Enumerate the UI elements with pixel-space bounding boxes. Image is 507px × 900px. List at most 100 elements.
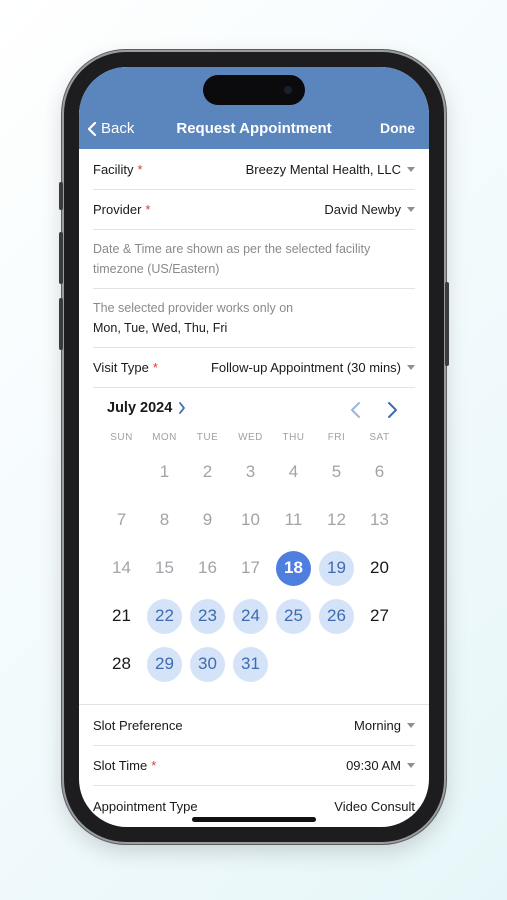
next-month-button[interactable] bbox=[385, 400, 399, 425]
day-number: 9 bbox=[202, 510, 213, 529]
weekday-label: THU bbox=[282, 432, 305, 443]
action-button bbox=[59, 182, 63, 210]
slot-preference-value: Morning bbox=[354, 717, 401, 733]
calendar-day: 16 bbox=[186, 544, 229, 592]
day-number: 15 bbox=[155, 558, 174, 577]
chevron-right-icon bbox=[179, 402, 186, 414]
day-number: 5 bbox=[331, 462, 342, 481]
calendar-day: 5 bbox=[315, 448, 358, 496]
slot-time-field[interactable]: Slot Time * 09:30 AM bbox=[93, 746, 415, 786]
day-number: 21 bbox=[112, 606, 131, 625]
volume-down-button bbox=[59, 298, 63, 350]
visit-type-label: Visit Type bbox=[93, 360, 149, 375]
day-number: 26 bbox=[319, 598, 354, 634]
day-number: 27 bbox=[370, 606, 389, 625]
calendar-day[interactable]: 29 bbox=[143, 640, 186, 688]
day-number: 6 bbox=[374, 462, 385, 481]
calendar: July 2024 SUN MON TUE WED THU FRI SAT 12345678… bbox=[79, 388, 429, 705]
visit-type-value: Follow-up Appointment (30 mins) bbox=[210, 360, 401, 375]
calendar-day: 10 bbox=[229, 496, 272, 544]
dropdown-caret-icon bbox=[407, 763, 415, 768]
day-number: 14 bbox=[112, 558, 131, 577]
timezone-note: Date & Time are shown as per the selecte… bbox=[93, 230, 415, 289]
day-number: 18 bbox=[276, 550, 311, 586]
day-number: 11 bbox=[284, 510, 303, 529]
calendar-day: 3 bbox=[229, 448, 272, 496]
day-number: 25 bbox=[276, 598, 311, 634]
provider-label: Provider bbox=[93, 202, 142, 217]
slot-preference-field[interactable]: Slot Preference Morning bbox=[93, 705, 415, 746]
facility-label: Facility bbox=[93, 161, 134, 177]
visit-type-field[interactable]: Visit Type * Follow-up Appointment (30 mi… bbox=[93, 348, 415, 388]
calendar-day: 27 bbox=[358, 592, 401, 640]
appointment-type-value: Video Consult bbox=[334, 798, 415, 814]
dropdown-caret-icon bbox=[407, 365, 415, 370]
nav-bar: Back Request Appointment Done bbox=[79, 67, 429, 149]
calendar-day: 20 bbox=[358, 544, 401, 592]
calendar-day-empty bbox=[315, 640, 358, 688]
provider-days-value: Mon, Tue, Wed, Thu, Fri bbox=[93, 321, 228, 335]
power-button bbox=[445, 282, 449, 366]
calendar-day: 4 bbox=[272, 448, 315, 496]
calendar-day: 13 bbox=[358, 496, 401, 544]
calendar-day[interactable]: 23 bbox=[186, 592, 229, 640]
day-number: 31 bbox=[233, 646, 268, 682]
calendar-day: 28 bbox=[100, 640, 143, 688]
calendar-week: 21 22 23 24 25 26 27 bbox=[100, 592, 429, 640]
calendar-day[interactable]: 25 bbox=[272, 592, 315, 640]
form: Facility * Breezy Mental Health, LLC Prov… bbox=[79, 149, 429, 826]
day-number: 30 bbox=[190, 646, 225, 682]
calendar-day: 2 bbox=[186, 448, 229, 496]
calendar-day[interactable]: 24 bbox=[229, 592, 272, 640]
calendar-week: 7 8 9 10 11 12 13 bbox=[100, 496, 429, 544]
previous-month-button[interactable] bbox=[349, 400, 363, 425]
day-number: 20 bbox=[370, 558, 389, 577]
back-button[interactable]: Back bbox=[87, 120, 134, 137]
calendar-day: 1 bbox=[143, 448, 186, 496]
calendar-day: 11 bbox=[272, 496, 315, 544]
done-button[interactable]: Done bbox=[380, 120, 415, 136]
day-number: 28 bbox=[112, 654, 131, 673]
dropdown-caret-icon bbox=[407, 207, 415, 212]
weekday-label: SUN bbox=[110, 432, 133, 443]
home-indicator[interactable] bbox=[192, 817, 316, 822]
provider-field[interactable]: Provider * David Newby bbox=[93, 190, 415, 230]
day-number: 29 bbox=[147, 646, 182, 682]
calendar-day: 21 bbox=[100, 592, 143, 640]
calendar-day: 14 bbox=[100, 544, 143, 592]
day-number: 22 bbox=[147, 598, 182, 634]
weekday-label: TUE bbox=[196, 432, 219, 443]
day-number: 2 bbox=[202, 462, 213, 481]
weekday-label: SAT bbox=[369, 432, 390, 443]
day-number: 23 bbox=[190, 598, 225, 634]
phone-frame: Back Request Appointment Done Facility * … bbox=[59, 52, 449, 842]
month-selector[interactable]: July 2024 bbox=[107, 400, 186, 416]
app-screen: Back Request Appointment Done Facility * … bbox=[79, 67, 429, 827]
chevron-left-icon bbox=[351, 402, 360, 418]
day-number: 3 bbox=[245, 462, 256, 481]
required-marker: * bbox=[151, 758, 157, 773]
calendar-day[interactable]: 30 bbox=[186, 640, 229, 688]
calendar-day-empty bbox=[100, 448, 143, 496]
calendar-day[interactable]: 31 bbox=[229, 640, 272, 688]
calendar-day[interactable]: 19 bbox=[315, 544, 358, 592]
calendar-day[interactable]: 26 bbox=[315, 592, 358, 640]
dynamic-island bbox=[203, 75, 305, 105]
calendar-week: 28 29 30 31 bbox=[100, 640, 429, 688]
timezone-note-text: Date & Time are shown as per the selecte… bbox=[93, 242, 371, 276]
facility-value: Breezy Mental Health, LLC bbox=[245, 161, 401, 177]
chevron-right-icon bbox=[388, 402, 397, 418]
weekday-label: FRI bbox=[327, 432, 346, 443]
appointment-type-label: Appointment Type bbox=[93, 798, 198, 814]
provider-days-note: The selected provider works only on Mon,… bbox=[93, 289, 415, 348]
calendar-day: 6 bbox=[358, 448, 401, 496]
dropdown-caret-icon bbox=[407, 166, 415, 172]
calendar-day-selected[interactable]: 18 bbox=[272, 544, 315, 592]
facility-field[interactable]: Facility * Breezy Mental Health, LLC bbox=[93, 149, 415, 190]
day-number: 8 bbox=[159, 510, 170, 529]
day-number: 1 bbox=[159, 462, 170, 481]
calendar-day[interactable]: 22 bbox=[143, 592, 186, 640]
provider-value: David Newby bbox=[324, 202, 401, 217]
day-number: 17 bbox=[241, 558, 260, 577]
day-number: 4 bbox=[288, 462, 299, 481]
